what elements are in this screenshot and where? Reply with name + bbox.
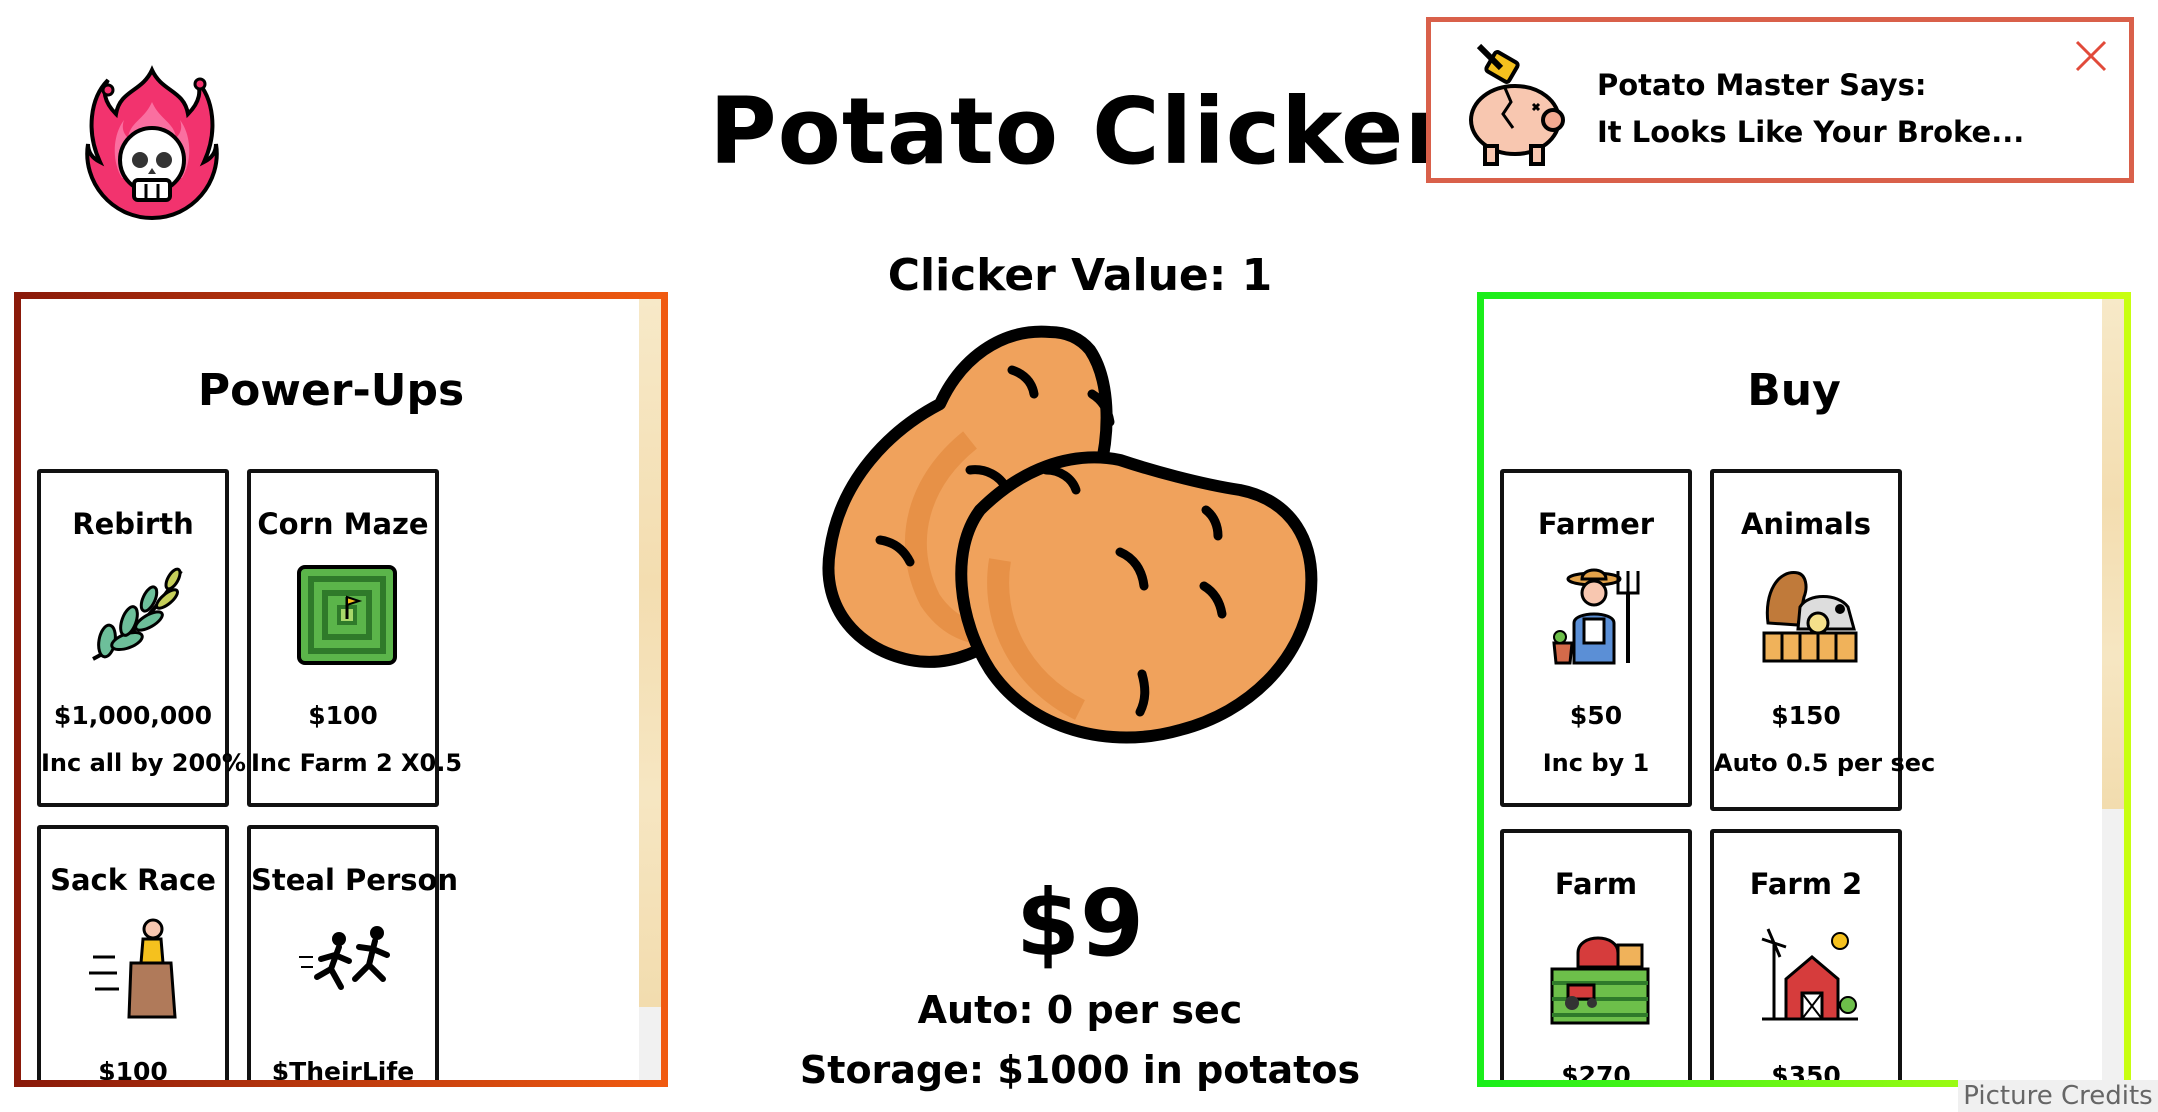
buy-card-farm-2[interactable]: Farm 2 $350	[1710, 829, 1902, 1087]
notification-message: It Looks Like Your Broke...	[1597, 115, 2025, 149]
card-name: Farm 2	[1749, 867, 1863, 901]
card-price: $50	[1569, 701, 1623, 730]
card-name: Farm	[1554, 867, 1638, 901]
card-description: Inc Farm 2 X0.5	[251, 749, 463, 777]
powerups-panel: Power-Ups Rebirth $1,000,000 Inc all by …	[14, 292, 668, 1087]
buy-card-farmer[interactable]: Farmer $50 Inc by 1	[1500, 469, 1692, 807]
maze-icon	[297, 565, 397, 665]
page-title: Potato Clicker	[709, 78, 1451, 185]
flaming-skull-icon	[85, 65, 219, 221]
card-price: $1,000,000	[53, 701, 213, 730]
powerup-card-steal-person[interactable]: Steal Person $TheirLife	[247, 825, 459, 1086]
card-name: Rebirth	[72, 507, 194, 541]
scrollbar-thumb[interactable]	[639, 299, 661, 1007]
picture-credits-link[interactable]: Picture Credits	[1958, 1080, 2158, 1112]
card-price: $TheirLife	[271, 1057, 415, 1086]
powerup-card-sack-race[interactable]: Sack Race $100	[37, 825, 229, 1086]
running-people-icon	[299, 926, 390, 990]
laurel-icon	[92, 567, 183, 661]
card-name: Corn Maze	[257, 507, 429, 541]
money-counter: $9	[1015, 870, 1145, 977]
card-description: Inc by 1	[1542, 749, 1650, 777]
animals-icon	[1762, 571, 1858, 663]
powerup-card-rebirth[interactable]: Rebirth $1,000,000 Inc all by 200%	[37, 469, 246, 807]
notification-title: Potato Master Says:	[1597, 68, 1927, 102]
clicker-value: Clicker Value: 1	[887, 250, 1273, 301]
sack-race-icon	[89, 918, 177, 1019]
card-price: $150	[1771, 701, 1841, 730]
card-name: Steal Person	[251, 863, 459, 897]
powerups-scrollbar[interactable]	[639, 299, 661, 1080]
storage-capacity: Storage: $1000 in potatos	[799, 1048, 1361, 1092]
buy-panel: Buy Farmer $50 Inc by 1 Animals $150 Aut…	[1477, 292, 2131, 1087]
card-price: $350	[1771, 1061, 1841, 1087]
notification-toast: Potato Master Says: It Looks Like Your B…	[1426, 17, 2134, 183]
buy-scrollbar[interactable]	[2102, 299, 2124, 1080]
buy-title: Buy	[1747, 365, 1841, 416]
auto-rate: Auto: 0 per sec	[917, 988, 1243, 1032]
card-description: Auto 0.5 per sec	[1714, 749, 1936, 777]
card-price: $100	[308, 701, 378, 730]
close-icon[interactable]	[2071, 36, 2111, 76]
card-price: $100	[98, 1057, 168, 1086]
buy-card-animals[interactable]: Animals $150 Auto 0.5 per sec	[1710, 469, 1936, 811]
barn-icon	[1761, 928, 1858, 1021]
card-name: Sack Race	[50, 863, 216, 897]
powerups-title: Power-Ups	[197, 365, 465, 416]
broken-piggy-bank-icon	[1469, 43, 1565, 166]
scrollbar-thumb[interactable]	[2102, 299, 2124, 809]
card-description: Inc all by 200%	[41, 749, 246, 777]
powerup-card-corn-maze[interactable]: Corn Maze $100 Inc Farm 2 X0.5	[247, 469, 463, 807]
potato-click-button[interactable]	[820, 320, 1330, 770]
farm-icon	[1550, 936, 1650, 1025]
card-name: Farmer	[1537, 507, 1655, 541]
card-name: Animals	[1740, 507, 1872, 541]
buy-card-farm[interactable]: Farm $270	[1500, 829, 1692, 1087]
card-price: $270	[1561, 1061, 1631, 1087]
farmer-icon	[1552, 568, 1640, 665]
